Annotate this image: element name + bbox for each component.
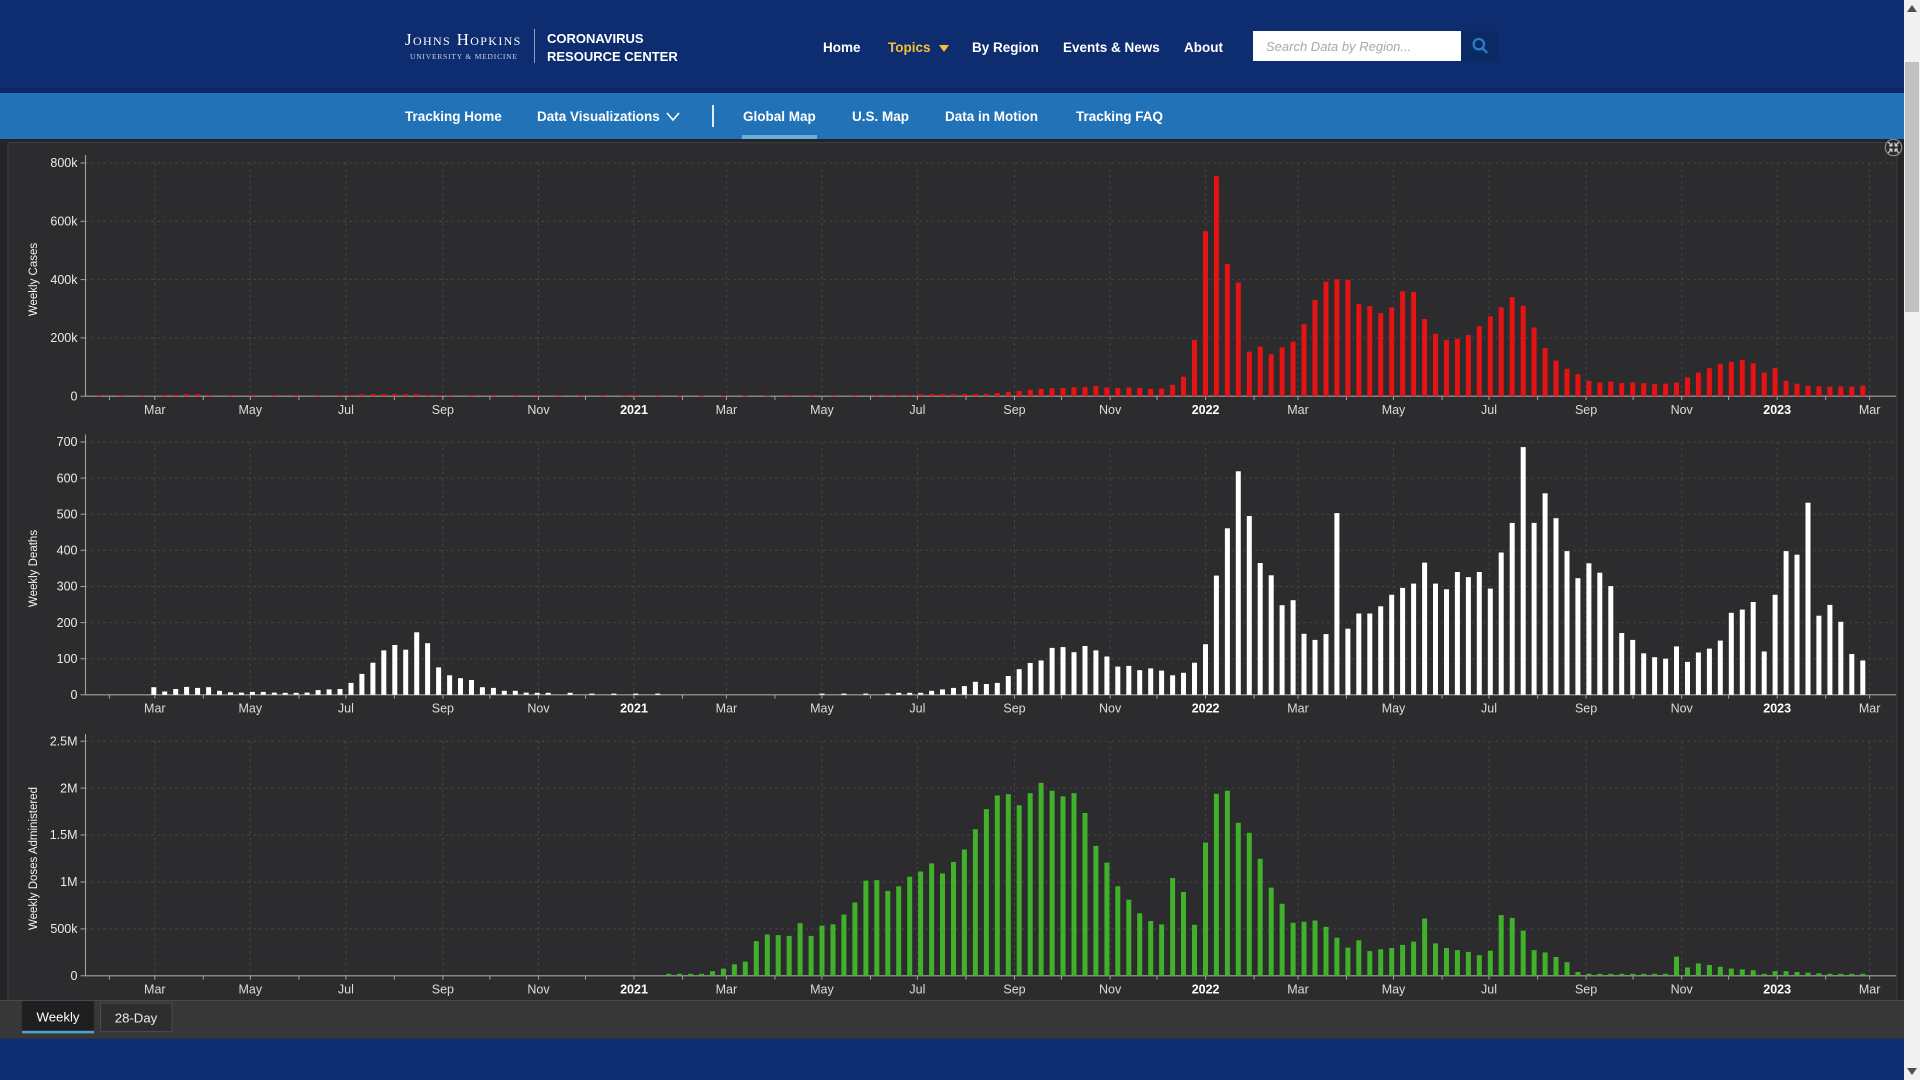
svg-text:28-Day: 28-Day (115, 1011, 158, 1026)
svg-text:1.5M: 1.5M (50, 828, 78, 842)
svg-text:Sep: Sep (1575, 403, 1597, 417)
svg-text:Mar: Mar (144, 982, 166, 996)
svg-text:Jul: Jul (338, 982, 354, 996)
svg-text:2023: 2023 (1763, 403, 1791, 417)
svg-text:May: May (1382, 982, 1406, 996)
svg-text:2021: 2021 (620, 982, 648, 996)
svg-text:400k: 400k (50, 273, 78, 287)
svg-text:700: 700 (57, 435, 78, 449)
svg-text:600k: 600k (50, 215, 78, 229)
svg-text:Jul: Jul (1481, 982, 1497, 996)
svg-text:May: May (810, 701, 834, 715)
svg-text:200: 200 (57, 616, 78, 630)
svg-text:Mar: Mar (716, 403, 738, 417)
svg-text:Nov: Nov (1671, 403, 1694, 417)
svg-text:Jul: Jul (909, 403, 925, 417)
svg-text:May: May (1382, 403, 1406, 417)
svg-text:Sep: Sep (432, 701, 454, 715)
svg-text:300: 300 (57, 580, 78, 594)
svg-text:2021: 2021 (620, 403, 648, 417)
svg-text:Jul: Jul (1481, 403, 1497, 417)
svg-text:2023: 2023 (1763, 982, 1791, 996)
svg-text:2.5M: 2.5M (50, 734, 78, 748)
svg-text:Jul: Jul (338, 701, 354, 715)
svg-text:Jul: Jul (909, 701, 925, 715)
svg-text:2022: 2022 (1192, 982, 1220, 996)
svg-text:2022: 2022 (1192, 701, 1220, 715)
svg-text:2023: 2023 (1763, 701, 1791, 715)
svg-text:Mar: Mar (1859, 403, 1881, 417)
svg-text:Nov: Nov (527, 701, 550, 715)
svg-text:0: 0 (71, 688, 78, 702)
svg-text:May: May (238, 403, 262, 417)
svg-text:Mar: Mar (1287, 403, 1309, 417)
svg-text:400: 400 (57, 544, 78, 558)
svg-text:Mar: Mar (1287, 982, 1309, 996)
svg-text:Jul: Jul (909, 982, 925, 996)
svg-text:2021: 2021 (620, 701, 648, 715)
svg-text:Nov: Nov (527, 403, 550, 417)
svg-text:100: 100 (57, 652, 78, 666)
svg-text:0: 0 (71, 969, 78, 983)
svg-text:Jul: Jul (1481, 701, 1497, 715)
svg-text:Nov: Nov (1099, 403, 1122, 417)
svg-text:Sep: Sep (1003, 982, 1025, 996)
svg-text:Sep: Sep (432, 403, 454, 417)
svg-text:Sep: Sep (1575, 701, 1597, 715)
svg-text:1M: 1M (60, 875, 77, 889)
svg-text:Mar: Mar (716, 701, 738, 715)
svg-text:Weekly Doses Administered: Weekly Doses Administered (28, 787, 40, 930)
svg-text:May: May (238, 701, 262, 715)
svg-text:Mar: Mar (716, 982, 738, 996)
svg-text:500: 500 (57, 507, 78, 521)
svg-text:Mar: Mar (1859, 701, 1881, 715)
svg-text:Nov: Nov (1099, 982, 1122, 996)
svg-text:May: May (810, 982, 834, 996)
svg-text:Nov: Nov (1671, 701, 1694, 715)
svg-text:Mar: Mar (144, 701, 166, 715)
svg-text:Nov: Nov (1671, 982, 1694, 996)
svg-text:Mar: Mar (144, 403, 166, 417)
svg-text:Sep: Sep (1575, 982, 1597, 996)
svg-text:500k: 500k (50, 922, 78, 936)
svg-text:200k: 200k (50, 331, 78, 345)
svg-text:Sep: Sep (1003, 701, 1025, 715)
svg-text:0: 0 (71, 389, 78, 403)
svg-text:2022: 2022 (1192, 403, 1220, 417)
svg-text:600: 600 (57, 471, 78, 485)
svg-text:Sep: Sep (432, 982, 454, 996)
svg-text:Sep: Sep (1003, 403, 1025, 417)
svg-text:Nov: Nov (527, 982, 550, 996)
svg-text:Weekly Deaths: Weekly Deaths (28, 530, 40, 607)
svg-text:Mar: Mar (1859, 982, 1881, 996)
svg-text:May: May (238, 982, 262, 996)
svg-text:Jul: Jul (338, 403, 354, 417)
svg-text:May: May (1382, 701, 1406, 715)
svg-text:Weekly: Weekly (37, 1010, 80, 1025)
svg-text:May: May (810, 403, 834, 417)
svg-text:Weekly Cases: Weekly Cases (28, 243, 40, 317)
svg-text:Nov: Nov (1099, 701, 1122, 715)
svg-text:2M: 2M (60, 781, 77, 795)
svg-text:800k: 800k (50, 156, 78, 170)
svg-text:Mar: Mar (1287, 701, 1309, 715)
